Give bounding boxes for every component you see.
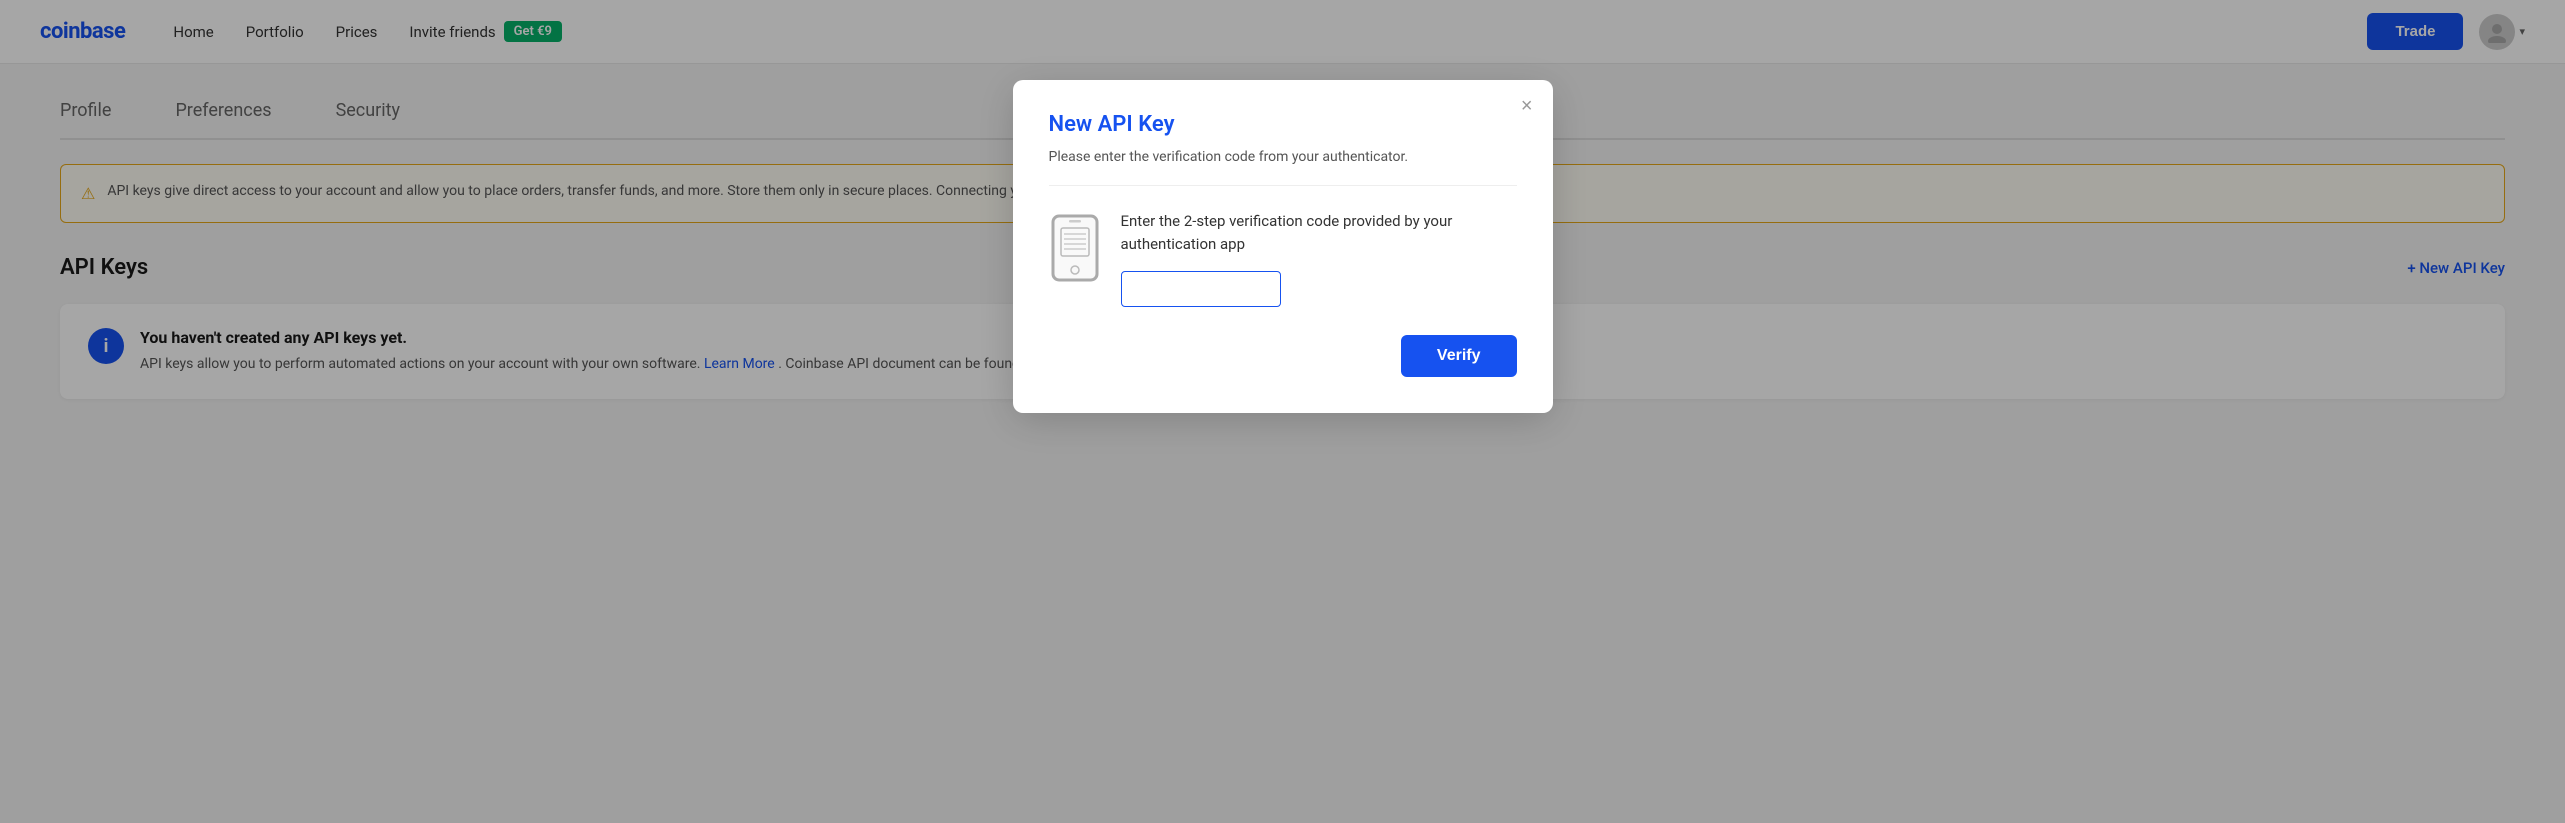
modal-title: New API Key bbox=[1049, 112, 1517, 137]
verify-button[interactable]: Verify bbox=[1401, 335, 1517, 377]
modal-subtitle: Please enter the verification code from … bbox=[1049, 149, 1517, 186]
verification-code-input[interactable] bbox=[1121, 271, 1281, 307]
modal-body-text: Enter the 2-step verification code provi… bbox=[1121, 210, 1517, 255]
phone-icon bbox=[1049, 214, 1101, 286]
modal-close-button[interactable]: × bbox=[1521, 96, 1533, 116]
new-api-key-modal: × New API Key Please enter the verificat… bbox=[1013, 80, 1553, 413]
modal-body: Enter the 2-step verification code provi… bbox=[1049, 210, 1517, 307]
modal-body-content: Enter the 2-step verification code provi… bbox=[1121, 210, 1517, 307]
modal-overlay: × New API Key Please enter the verificat… bbox=[0, 0, 2565, 823]
modal-footer: Verify bbox=[1049, 335, 1517, 377]
